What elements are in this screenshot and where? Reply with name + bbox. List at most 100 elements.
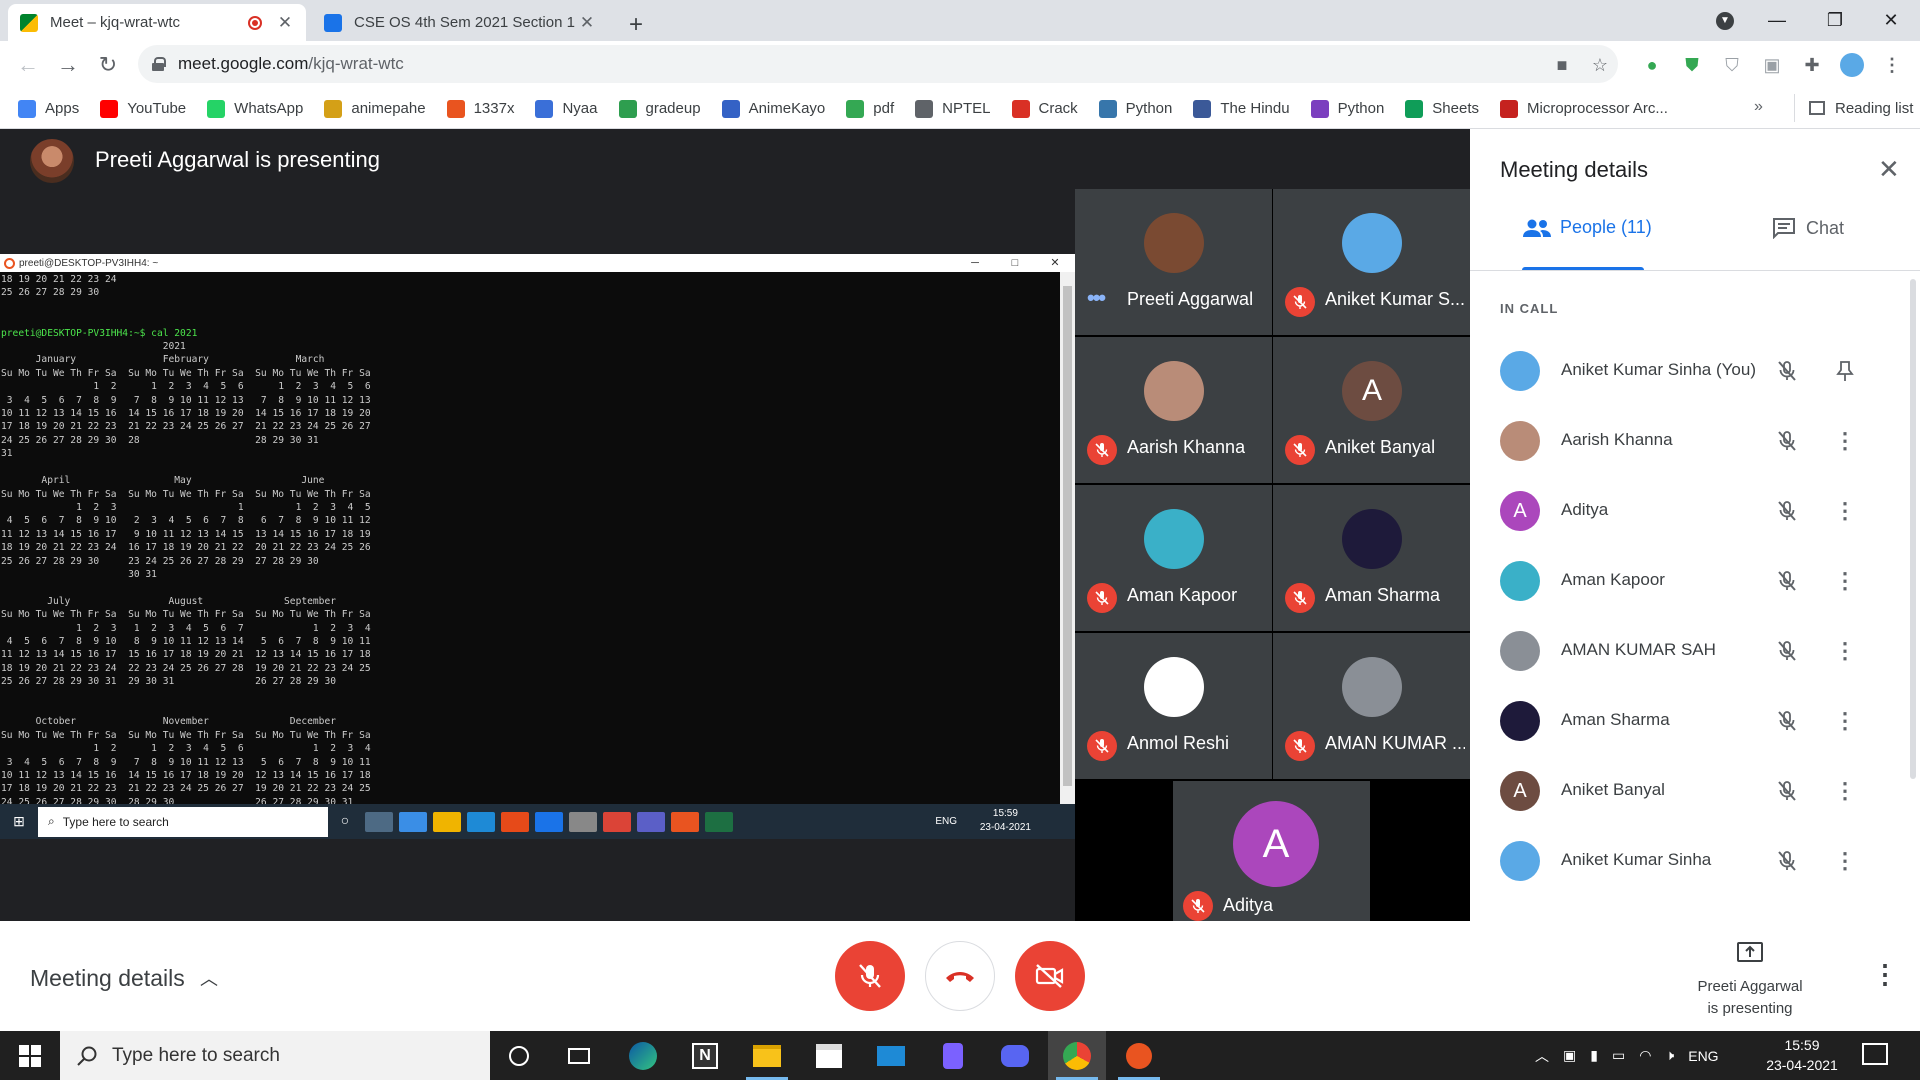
participant-row[interactable]: Aniket Kumar Sinha ⋮ [1470,826,1910,896]
battery-icon[interactable]: ▭ [1612,1047,1625,1064]
tab-classroom[interactable]: CSE OS 4th Sem 2021 Section 1 ✕ [312,4,608,41]
volume-muted-icon[interactable]: 🕨 [1665,1047,1674,1064]
taskbar-file-explorer[interactable] [738,1031,796,1080]
participant-tile[interactable]: Aarish Khanna [1075,337,1272,483]
tab-search-button[interactable]: ▼ [1696,0,1754,41]
close-tab-icon[interactable]: ✕ [578,13,596,33]
bookmark-item[interactable]: animepahe [324,99,426,118]
tab-meet[interactable]: Meet – kjq-wrat-wtc ✕ [8,4,306,41]
camera-toggle-button[interactable] [1015,941,1085,1011]
extension-shield-outline-icon[interactable]: ⛉ [1720,53,1744,77]
close-window-button[interactable]: ✕ [1862,0,1920,41]
participant-tile[interactable]: AMAN KUMAR ... [1273,633,1470,779]
more-options-icon[interactable]: ⋮ [1830,636,1860,666]
bookmark-item[interactable]: Microprocessor Arc... [1500,99,1668,118]
forward-button[interactable]: → [52,49,84,81]
close-tab-icon[interactable]: ✕ [276,13,294,33]
task-view-button[interactable] [550,1031,608,1080]
taskbar-notion[interactable]: N [676,1031,734,1080]
bookmark-item[interactable]: The Hindu [1193,99,1290,118]
terminal-output: 18 19 20 21 22 23 24 25 26 27 28 29 30 p… [0,272,1060,804]
participant-row[interactable]: AMAN KUMAR SAH ⋮ [1470,616,1910,686]
new-tab-button[interactable]: + [618,6,654,43]
bookmark-item[interactable]: pdf [846,99,894,118]
tab-people[interactable]: People (11) [1522,217,1652,238]
participant-row[interactable]: Aniket Kumar Sinha (You) [1470,336,1910,406]
pin-icon[interactable] [1830,356,1860,386]
wifi-icon[interactable]: ◠ [1639,1047,1651,1064]
language-indicator[interactable]: ENG [1688,1048,1718,1064]
participant-row[interactable]: Aman Kapoor ⋮ [1470,546,1910,616]
start-button[interactable] [0,1031,60,1080]
tray-chevron-up-icon[interactable]: ︿ [1535,1046,1549,1066]
bookmark-item[interactable]: WhatsApp [207,99,303,118]
leave-call-button[interactable] [925,941,995,1011]
camera-in-use-icon[interactable]: ■ [1550,53,1574,77]
meeting-details-button[interactable]: Meeting details [30,965,185,992]
extensions-puzzle-icon[interactable]: ✚ [1800,53,1824,77]
taskbar-search-box[interactable]: Type here to search [60,1031,490,1080]
taskbar-chrome[interactable] [1048,1031,1106,1080]
avatar-initial: A [1513,779,1527,802]
bookmark-item[interactable]: Sheets [1405,99,1479,118]
bookmark-item[interactable]: Apps [18,99,79,118]
reading-list-button[interactable]: Reading list [1794,94,1913,122]
browser-menu-icon[interactable]: ⋮ [1880,53,1904,77]
participant-row[interactable]: A Aditya ⋮ [1470,476,1910,546]
cortana-button[interactable] [490,1031,548,1080]
tab-chat[interactable]: Chat [1772,217,1844,239]
bookmark-item[interactable]: AnimeKayo [721,99,825,118]
bookmark-item[interactable]: Nyaa [535,99,598,118]
taskbar-store[interactable] [800,1031,858,1080]
extension-shield-icon[interactable]: ⛊ [1680,53,1704,77]
taskbar-discord[interactable] [986,1031,1044,1080]
people-list-scrollbar[interactable] [1910,279,1916,779]
maximize-button[interactable]: ❐ [1806,0,1864,41]
presenting-indicator[interactable]: Preeti Aggarwal is presenting [1680,941,1820,1020]
back-button[interactable]: ← [12,49,44,81]
chevron-up-icon[interactable]: ︿ [200,965,218,991]
taskbar-ubuntu[interactable] [1110,1031,1168,1080]
participant-row[interactable]: Aarish Khanna ⋮ [1470,406,1910,476]
mic-toggle-button[interactable] [835,941,905,1011]
taskbar-mail[interactable] [862,1031,920,1080]
taskbar-app-pink[interactable] [924,1031,982,1080]
extension-grey-icon[interactable]: ▣ [1760,53,1784,77]
taskbar-clock[interactable]: 15:59 23-04-2021 [1762,1035,1842,1075]
more-options-icon[interactable]: ⋮ [1830,846,1860,876]
extension-globe-icon[interactable]: ● [1640,53,1664,77]
address-bar[interactable]: meet.google.com/kjq-wrat-wtc [138,45,1618,83]
participant-tile[interactable]: ••• Preeti Aggarwal [1075,189,1272,335]
participant-tile[interactable]: Anmol Reshi [1075,633,1272,779]
bookmark-item[interactable]: 1337x [446,99,514,118]
notification-icon[interactable] [1862,1043,1888,1065]
more-options-icon[interactable]: ⋮ [1872,959,1898,990]
participant-row[interactable]: Aman Sharma ⋮ [1470,686,1910,756]
bookmarks-overflow-button[interactable]: » [1754,98,1763,116]
more-options-icon[interactable]: ⋮ [1830,566,1860,596]
bookmark-item[interactable]: YouTube [100,99,186,118]
participant-tile[interactable]: A Aditya [1173,781,1370,927]
participant-tile[interactable]: A Aniket Banyal [1273,337,1470,483]
bookmark-item[interactable]: Crack [1011,99,1078,118]
bookmark-item[interactable]: Python [1098,99,1172,118]
more-options-icon[interactable]: ⋮ [1830,776,1860,806]
close-panel-icon[interactable]: ✕ [1878,156,1900,182]
more-options-icon[interactable]: ⋮ [1830,426,1860,456]
participant-row[interactable]: A Aniket Banyal ⋮ [1470,756,1910,826]
bookmark-item[interactable]: NPTEL [915,99,991,118]
bookmark-item[interactable]: Python [1310,99,1384,118]
participant-tile[interactable]: Aniket Kumar S... [1273,189,1470,335]
participant-tile[interactable]: Aman Kapoor [1075,485,1272,631]
microphone-tray-icon[interactable]: ▮ [1590,1047,1598,1064]
reload-button[interactable]: ↻ [92,49,124,81]
bookmark-star-icon[interactable]: ☆ [1588,53,1612,77]
minimize-button[interactable]: — [1748,0,1806,41]
bookmark-item[interactable]: gradeup [618,99,701,118]
more-options-icon[interactable]: ⋮ [1830,706,1860,736]
meet-present-tray-icon[interactable]: ▣ [1563,1047,1576,1064]
more-options-icon[interactable]: ⋮ [1830,496,1860,526]
taskbar-edge[interactable] [614,1031,672,1080]
participant-tile[interactable]: Aman Sharma [1273,485,1470,631]
profile-avatar[interactable] [1840,53,1864,77]
